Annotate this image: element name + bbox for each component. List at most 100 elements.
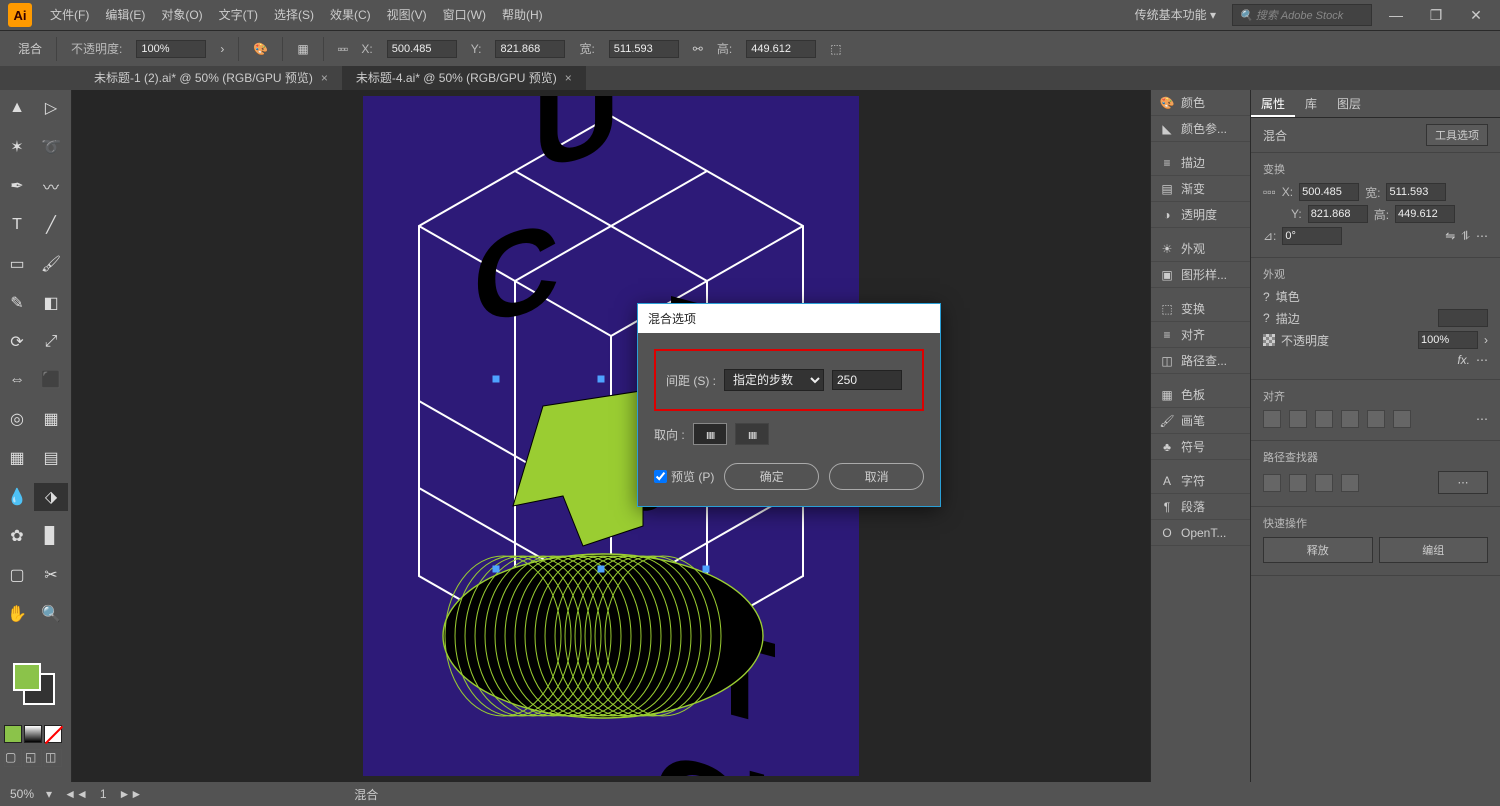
- gradient-tool[interactable]: ▤: [34, 444, 68, 472]
- panel-opentype[interactable]: OOpenT...: [1151, 520, 1250, 546]
- spacing-value-input[interactable]: [832, 370, 902, 390]
- workspace-switcher[interactable]: 传统基本功能 ▾: [1127, 0, 1224, 30]
- prop-h[interactable]: [1395, 205, 1455, 223]
- panel-transform[interactable]: ⬚变换: [1151, 296, 1250, 322]
- close-icon[interactable]: ×: [565, 66, 572, 90]
- prop-x[interactable]: [1299, 183, 1359, 201]
- curvature-tool[interactable]: 〰: [34, 172, 68, 200]
- align-vcenter-icon[interactable]: [1367, 410, 1385, 428]
- direct-selection-tool[interactable]: ▷: [34, 94, 68, 122]
- stock-search[interactable]: 🔍 搜索 Adobe Stock: [1232, 4, 1372, 26]
- y-input[interactable]: [495, 40, 565, 58]
- eraser-tool[interactable]: ◧: [34, 289, 68, 317]
- panel-gradient[interactable]: ▤渐变: [1151, 176, 1250, 202]
- pathfinder-unite-icon[interactable]: [1263, 474, 1281, 492]
- rotate-tool[interactable]: ⟳: [0, 328, 34, 356]
- page-next-icon[interactable]: ►►: [119, 787, 143, 801]
- panel-brushes[interactable]: 🖌画笔: [1151, 408, 1250, 434]
- panel-pathfinder[interactable]: ◫路径查...: [1151, 348, 1250, 374]
- release-button[interactable]: 释放: [1263, 537, 1373, 563]
- menu-edit[interactable]: 编辑(E): [97, 0, 153, 30]
- flip-v-icon[interactable]: ⥮: [1461, 229, 1470, 244]
- align-bottom-icon[interactable]: [1393, 410, 1411, 428]
- spacing-mode-select[interactable]: 指定的步数: [724, 369, 824, 391]
- align-hcenter-icon[interactable]: [1289, 410, 1307, 428]
- color-mode-none[interactable]: [44, 725, 62, 743]
- panel-color-guide[interactable]: ◣颜色参...: [1151, 116, 1250, 142]
- shaper-tool[interactable]: ✎: [0, 289, 34, 317]
- hand-tool[interactable]: ✋: [0, 600, 34, 628]
- ok-button[interactable]: 确定: [724, 463, 819, 490]
- eyedropper-tool[interactable]: 💧: [0, 483, 34, 511]
- prop-opacity[interactable]: [1418, 331, 1478, 349]
- panel-character[interactable]: A字符: [1151, 468, 1250, 494]
- stroke-weight[interactable]: [1438, 309, 1488, 327]
- color-mode-fill[interactable]: [4, 725, 22, 743]
- slice-tool[interactable]: ✂: [34, 561, 68, 589]
- column-graph-tool[interactable]: ▊: [34, 522, 68, 550]
- perspective-grid-tool[interactable]: ▦: [34, 405, 68, 433]
- free-transform-tool[interactable]: ⬛: [34, 366, 68, 394]
- selection-tool[interactable]: ▲: [0, 94, 34, 122]
- shape-transform-icon[interactable]: ⬚: [830, 42, 841, 56]
- tab-libraries[interactable]: 库: [1295, 90, 1327, 117]
- panel-color[interactable]: 🎨颜色: [1151, 90, 1250, 116]
- draw-normal-icon[interactable]: ▢: [4, 749, 22, 767]
- group-button[interactable]: 编组: [1379, 537, 1489, 563]
- paintbrush-tool[interactable]: 🖌: [34, 250, 68, 278]
- artboard-tool[interactable]: ▢: [0, 561, 34, 589]
- menu-type[interactable]: 文字(T): [211, 0, 266, 30]
- opacity-input[interactable]: [136, 40, 206, 58]
- orient-align-path[interactable]: ııııı: [735, 423, 769, 445]
- page-prev-icon[interactable]: ◄◄: [64, 787, 88, 801]
- close-icon[interactable]: ×: [321, 66, 328, 90]
- type-tool[interactable]: T: [0, 211, 34, 239]
- mesh-tool[interactable]: ▦: [0, 444, 34, 472]
- recolor-icon[interactable]: 🎨: [253, 42, 268, 56]
- zoom-tool[interactable]: 🔍: [34, 600, 68, 628]
- panel-swatches[interactable]: ▦色板: [1151, 382, 1250, 408]
- menu-file[interactable]: 文件(F): [42, 0, 97, 30]
- align-top-icon[interactable]: [1341, 410, 1359, 428]
- orient-align-page[interactable]: ııııı: [693, 423, 727, 445]
- zoom-level[interactable]: 50%: [10, 787, 34, 801]
- panel-appearance[interactable]: ☀外观: [1151, 236, 1250, 262]
- more-options-icon[interactable]: ⋯: [1476, 412, 1488, 426]
- window-minimize[interactable]: ―: [1380, 7, 1412, 23]
- window-restore[interactable]: ❐: [1420, 7, 1452, 24]
- cancel-button[interactable]: 取消: [829, 463, 924, 490]
- opacity-dropdown-icon[interactable]: ›: [220, 42, 224, 56]
- magic-wand-tool[interactable]: ✶: [0, 133, 34, 161]
- menu-window[interactable]: 窗口(W): [435, 0, 494, 30]
- draw-behind-icon[interactable]: ◱: [24, 749, 42, 767]
- width-tool[interactable]: ⇔: [0, 366, 34, 394]
- flip-h-icon[interactable]: ⇋: [1445, 229, 1455, 243]
- panel-transparency[interactable]: ◑透明度: [1151, 202, 1250, 228]
- fill-stroke-swatches[interactable]: ▢ ◱ ◫: [0, 655, 66, 782]
- reference-point-icon[interactable]: ▫▫▫: [338, 42, 348, 56]
- rectangle-tool[interactable]: ▭: [0, 250, 34, 278]
- document-tab[interactable]: 未标题-1 (2).ai* @ 50% (RGB/GPU 预览)×: [80, 66, 342, 90]
- menu-help[interactable]: 帮助(H): [494, 0, 551, 30]
- draw-inside-icon[interactable]: ◫: [44, 749, 62, 767]
- blend-tool[interactable]: ⬗: [34, 483, 68, 511]
- document-tab[interactable]: 未标题-4.ai* @ 50% (RGB/GPU 预览)×: [342, 66, 586, 90]
- x-input[interactable]: [387, 40, 457, 58]
- pathfinder-intersect-icon[interactable]: [1315, 474, 1333, 492]
- w-input[interactable]: [609, 40, 679, 58]
- fill-swatch[interactable]: [13, 663, 41, 691]
- symbol-sprayer-tool[interactable]: ✿: [0, 522, 34, 550]
- align-right-icon[interactable]: [1315, 410, 1333, 428]
- line-tool[interactable]: ╱: [34, 211, 68, 239]
- chevron-right-icon[interactable]: ›: [1484, 333, 1488, 347]
- link-wh-icon[interactable]: ⚯: [693, 42, 703, 56]
- align-icon-group[interactable]: ▦: [297, 42, 308, 56]
- menu-object[interactable]: 对象(O): [153, 0, 210, 30]
- panel-align[interactable]: ≡对齐: [1151, 322, 1250, 348]
- pathfinder-exclude-icon[interactable]: [1341, 474, 1359, 492]
- canvas[interactable]: U R C S T O I: [72, 90, 1150, 782]
- page-number[interactable]: 1: [100, 787, 107, 801]
- lasso-tool[interactable]: ➰: [34, 133, 68, 161]
- color-mode-gradient[interactable]: [24, 725, 42, 743]
- panel-symbols[interactable]: ♣符号: [1151, 434, 1250, 460]
